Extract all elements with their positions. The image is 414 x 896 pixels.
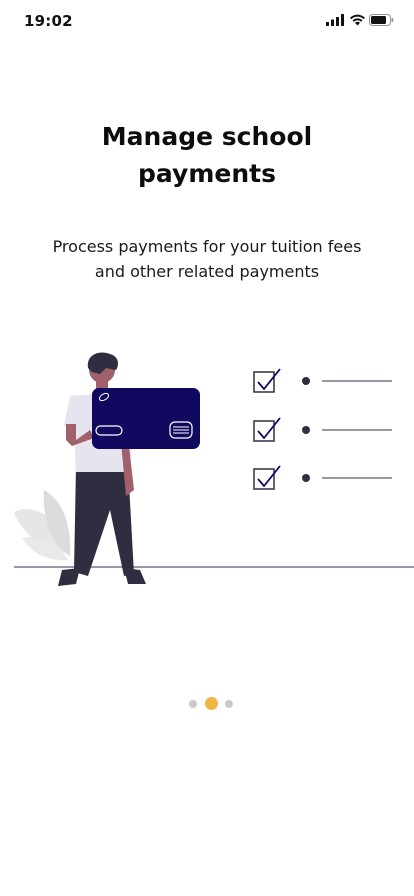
subtitle-line-1: Process payments for your tuition fees	[52, 237, 362, 256]
cellular-signal-icon	[326, 14, 344, 26]
subtitle-line-2: and other related payments	[94, 262, 320, 281]
title-line-2: payments	[138, 159, 276, 188]
page-subtitle: Process payments for your tuition fees a…	[0, 234, 414, 284]
page-title: Manage school payments	[0, 118, 414, 192]
checklist-item-2	[253, 417, 392, 442]
wifi-icon	[350, 14, 365, 26]
page-indicator	[0, 697, 414, 711]
page-dot-2-active[interactable]	[205, 697, 218, 710]
illustration-svg	[14, 352, 414, 586]
person-figure	[58, 352, 146, 586]
credit-card-graphic	[92, 388, 200, 449]
checklist-item-3	[253, 465, 392, 490]
payments-illustration	[0, 340, 414, 600]
title-line-1: Manage school	[101, 122, 313, 151]
status-time: 19:02	[24, 12, 73, 30]
page-dot-1[interactable]	[189, 700, 197, 708]
battery-icon	[369, 14, 394, 26]
status-bar: 19:02	[0, 0, 414, 44]
plant-leaves	[14, 490, 71, 561]
checklist	[253, 368, 392, 490]
page-dot-3[interactable]	[225, 700, 233, 708]
checklist-item-1	[253, 368, 392, 393]
